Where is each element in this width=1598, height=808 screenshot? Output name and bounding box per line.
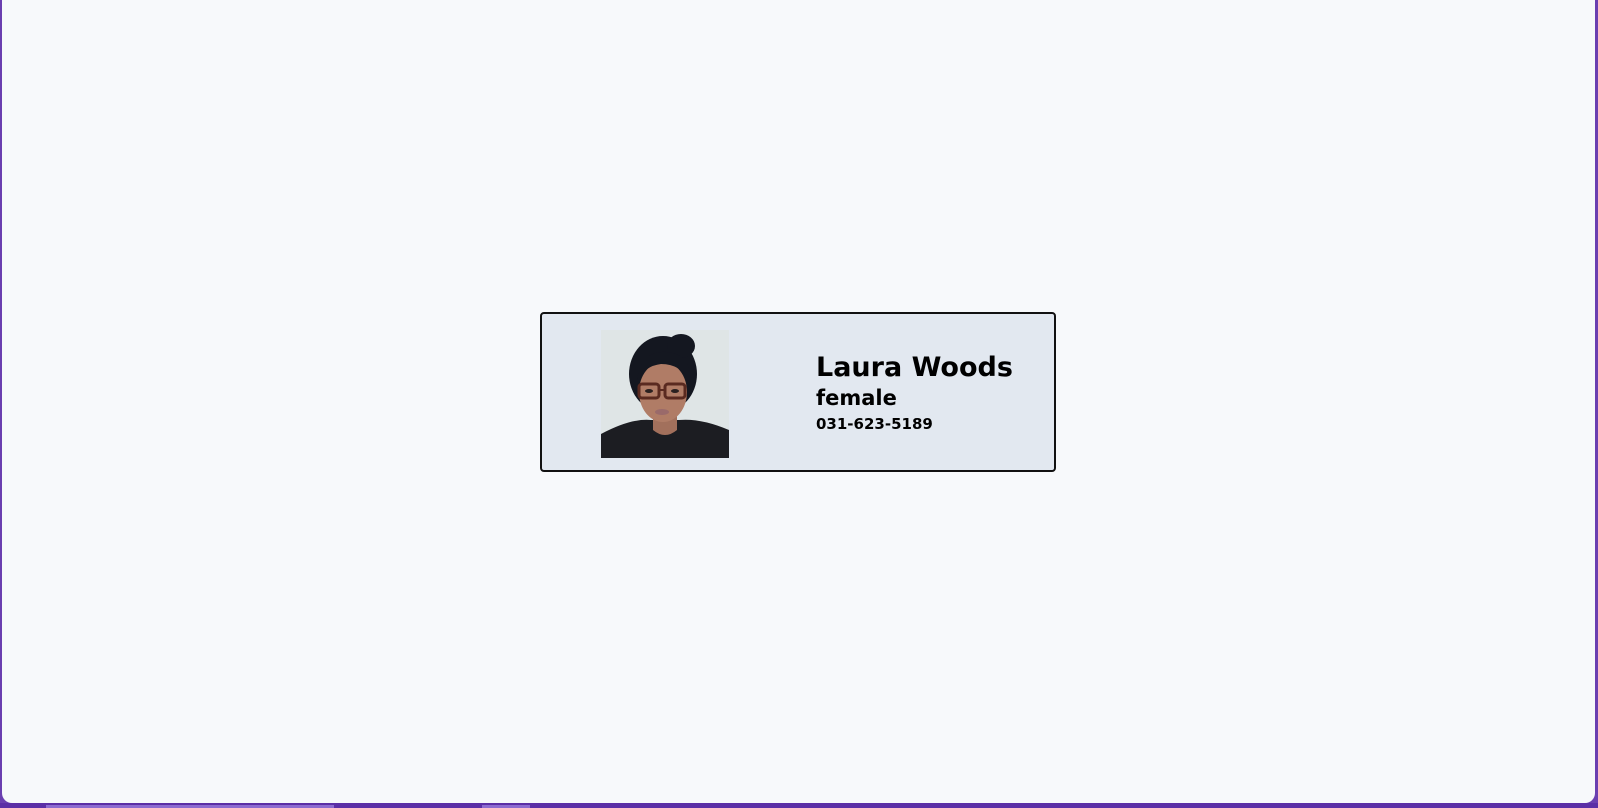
profile-gender: female <box>816 386 897 410</box>
profile-name: Laura Woods <box>816 352 1013 383</box>
profile-phone: 031-623-5189 <box>816 415 933 433</box>
taskbar-strip <box>0 803 1598 808</box>
person-photo-icon <box>601 330 729 458</box>
profile-photo <box>601 330 729 458</box>
app-viewport: Laura Woods female 031-623-5189 <box>2 0 1595 803</box>
profile-info: Laura Woods female 031-623-5189 <box>816 352 1013 436</box>
profile-card: Laura Woods female 031-623-5189 <box>540 312 1056 472</box>
